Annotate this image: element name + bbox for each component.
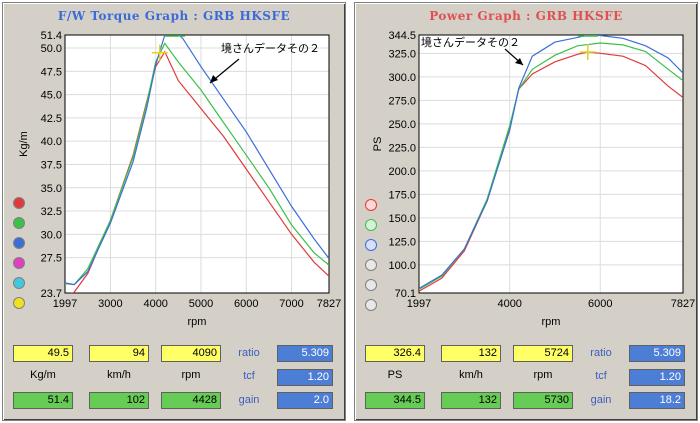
ratio-label: ratio — [238, 347, 260, 359]
y-tick-label: 27.5 — [41, 253, 62, 265]
y-tick-label: 250.0 — [388, 119, 416, 131]
max-rpm-value: 5730 — [513, 392, 573, 409]
y-tick-label: 42.5 — [41, 113, 62, 125]
y-tick-label: 40.0 — [41, 136, 62, 148]
power-chart: 344.5 325.0 300.0 275.0 250.0 225.0 200.0 175.0… — [372, 30, 695, 328]
x-axis-label: rpm — [188, 316, 207, 328]
red-series-toggle-icon[interactable] — [365, 199, 377, 211]
x-axis-label: rpm — [542, 316, 561, 328]
yellow-series-toggle-icon[interactable] — [13, 297, 25, 309]
y-tick-label: 50.0 — [41, 43, 62, 55]
plot-area — [418, 34, 684, 294]
x-tick-label: 1997 — [53, 298, 77, 310]
max-rpm-value: 4428 — [161, 392, 221, 409]
rpm-value: 5724 — [513, 345, 573, 362]
gain-field[interactable]: 2.0 — [277, 392, 333, 409]
torque-graph-panel: F/W Torque Graph : GRB HKSFE 51.4 50.0 47.… — [2, 2, 346, 421]
x-tick-label: 6000 — [588, 298, 612, 310]
rpm-unit-label: rpm — [533, 369, 553, 381]
y-tick-label: 30.0 — [41, 229, 62, 241]
blue-series-toggle-icon[interactable] — [13, 237, 25, 249]
y-tick-label: 150.0 — [388, 213, 416, 225]
max-power-value: 344.5 — [365, 392, 425, 409]
tcf-field[interactable]: 1.20 — [629, 369, 685, 386]
y-axis-label: Kg/m — [18, 131, 30, 157]
x-tick-label: 6000 — [234, 298, 258, 310]
tcf-label: tcf — [595, 370, 607, 382]
tcf-field[interactable]: 1.20 — [277, 369, 333, 386]
speed-unit-label: km/h — [459, 369, 483, 381]
y-tick-label: 125.0 — [388, 236, 416, 248]
series-toggle-group — [13, 197, 27, 317]
y-tick-label: 344.5 — [388, 30, 416, 42]
green-series-toggle-icon[interactable] — [13, 217, 25, 229]
empty-series-toggle-icon[interactable] — [365, 279, 377, 291]
peak-power-value: 326.4 — [365, 345, 425, 362]
ratio-field[interactable]: 5.309 — [629, 345, 685, 362]
power-annotation: 境さんデータその２ — [421, 36, 520, 49]
y-tick-label: 225.0 — [388, 142, 416, 154]
y-tick-label: 300.0 — [388, 72, 416, 84]
y-tick-label: 325.0 — [388, 48, 416, 60]
y-tick-label: 175.0 — [388, 189, 416, 201]
speed-value: 94 — [89, 345, 149, 362]
gain-label: gain — [238, 394, 260, 406]
max-speed-value: 102 — [89, 392, 149, 409]
y-tick-label: 35.0 — [41, 183, 62, 195]
y-tick-label: 37.5 — [41, 159, 62, 171]
gain-field[interactable]: 18.2 — [629, 392, 685, 409]
x-tick-label: 7000 — [279, 298, 303, 310]
y-tick-label: 32.5 — [41, 206, 62, 218]
power-unit-label: PS — [387, 369, 403, 381]
x-tick-label: 7827 — [671, 298, 695, 310]
cyan-series-toggle-icon[interactable] — [13, 277, 25, 289]
rpm-unit-label: rpm — [181, 369, 201, 381]
power-readout-panel: 326.4 132 5724 PS km/h rpm 344.5 132 573… — [361, 339, 691, 415]
empty-series-toggle-icon[interactable] — [365, 259, 377, 271]
speed-unit-label: km/h — [107, 369, 131, 381]
x-tick-label: 3000 — [98, 298, 122, 310]
ratio-field[interactable]: 5.309 — [277, 345, 333, 362]
blue-series-toggle-icon[interactable] — [365, 239, 377, 251]
x-tick-label: 4000 — [497, 298, 521, 310]
x-tick-label: 7827 — [317, 298, 341, 310]
speed-value: 132 — [441, 345, 501, 362]
empty-series-toggle-icon[interactable] — [365, 299, 377, 311]
y-tick-label: 47.5 — [41, 66, 62, 78]
torque-unit-label: Kg/m — [30, 369, 56, 381]
y-tick-label: 51.4 — [41, 30, 62, 42]
green-series-toggle-icon[interactable] — [365, 219, 377, 231]
y-tick-label: 100.0 — [388, 260, 416, 272]
red-series-toggle-icon[interactable] — [13, 197, 25, 209]
y-axis-label: PS — [372, 137, 384, 152]
y-tick-label: 275.0 — [388, 95, 416, 107]
x-tick-label: 4000 — [143, 298, 167, 310]
series-toggle-group — [365, 199, 379, 319]
ratio-label: ratio — [590, 347, 612, 359]
torque-annotation: 境さんデータその２ — [221, 42, 320, 55]
gain-label: gain — [590, 394, 612, 406]
tcf-label: tcf — [243, 370, 255, 382]
x-tick-label: 5000 — [189, 298, 213, 310]
torque-readout-panel: 49.5 94 4090 Kg/m km/h rpm 51.4 102 4428… — [9, 339, 339, 415]
y-tick-label: 200.0 — [388, 166, 416, 178]
y-tick-label: 45.0 — [41, 90, 62, 102]
power-graph-panel: Power Graph : GRB HKSFE 344.5 325.0 300.0 2… — [354, 2, 698, 421]
max-torque-value: 51.4 — [13, 392, 73, 409]
x-tick-label: 1997 — [407, 298, 431, 310]
peak-torque-value: 49.5 — [13, 345, 73, 362]
magenta-series-toggle-icon[interactable] — [13, 257, 25, 269]
max-speed-value: 132 — [441, 392, 501, 409]
rpm-value: 4090 — [161, 345, 221, 362]
